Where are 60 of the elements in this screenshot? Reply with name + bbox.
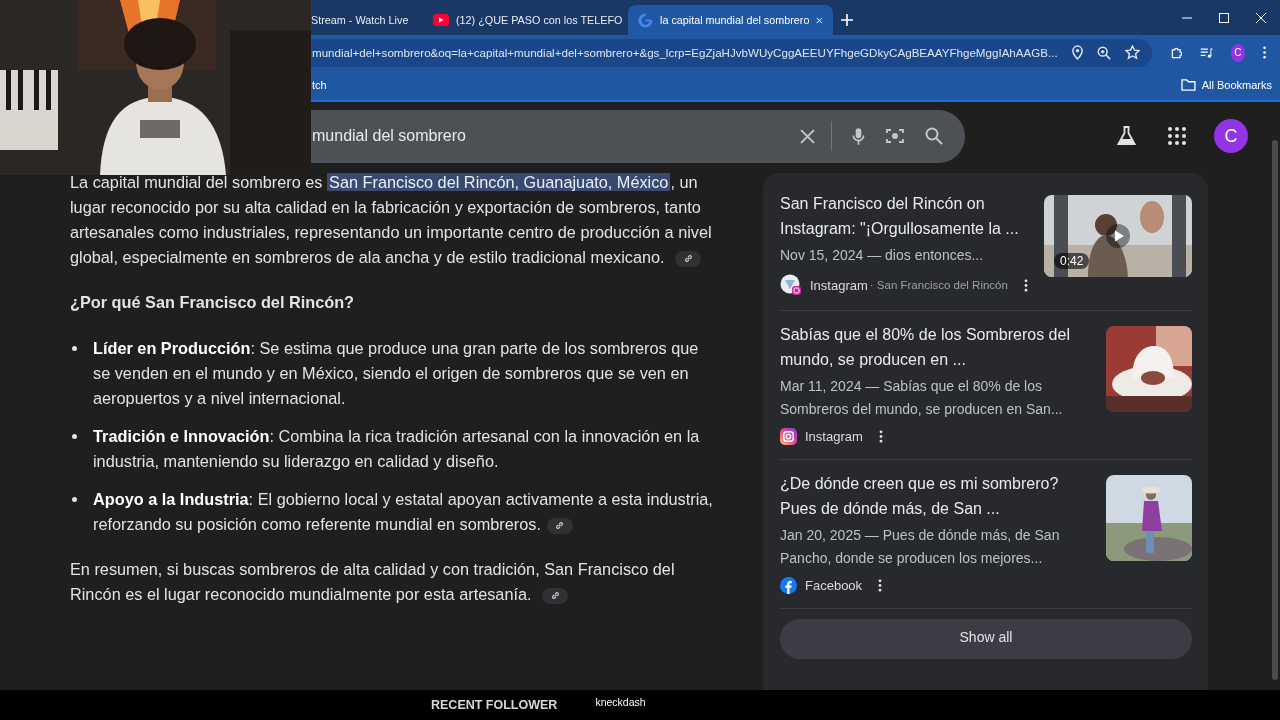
- microphone-icon[interactable]: [852, 126, 865, 146]
- play-icon: [433, 14, 449, 26]
- source-name[interactable]: Instagram: [805, 429, 863, 444]
- new-tab-icon[interactable]: [841, 14, 853, 26]
- maximize-icon[interactable]: [1219, 13, 1229, 23]
- camera-logo-icon: [780, 428, 797, 445]
- link-button[interactable]: [542, 587, 569, 604]
- result-snippet: Jan 20, 2025 — Pues de dónde más, de San Pancho, donde se producen los mejores...: [780, 526, 1061, 568]
- source-name[interactable]: Instagram: [810, 277, 868, 293]
- g-icon: [638, 12, 653, 28]
- all-bookmarks-button[interactable]: All Bookmarks: [1180, 79, 1272, 91]
- address-bar[interactable]: mundial+del+sombrero&oq=la+capital+mundial+del+sombrero+&gs_lcrp=EgZjaHJvbWUyCggAEEUYFhgeGDkyCAgBEAAYFhgeMggIAhAAGB...: [311, 38, 1152, 67]
- close-icon[interactable]: [1256, 13, 1266, 23]
- more-icon[interactable]: [878, 579, 883, 592]
- result-title[interactable]: ¿De dónde creen que es mi sombrero? Pues de dónde más, de San ...: [780, 471, 1092, 521]
- chain-icon: [682, 253, 694, 265]
- camera-icon[interactable]: [885, 127, 905, 145]
- profile-avatar[interactable]: C: [1230, 43, 1245, 62]
- follower-name: kneckdash: [595, 696, 646, 708]
- f-logo-icon: [780, 577, 797, 594]
- site-logo-icon: [780, 274, 802, 296]
- menu-icon[interactable]: [1262, 45, 1266, 60]
- zoom-icon[interactable]: [1096, 45, 1111, 60]
- source-name[interactable]: Facebook: [805, 578, 863, 593]
- recent-follower-label: RECENT FOLLOWER: [431, 698, 558, 712]
- link-button[interactable]: [546, 517, 573, 534]
- video-duration: 0:42: [1054, 253, 1090, 269]
- bullet-text: Tradición e Innovación: Combina la rica tradición artesanal con la innovación en la industria, manteniendo su liderazgo en calidad y diseño.: [93, 426, 701, 472]
- result-snippet: Mar 11, 2024 — Sabías que el 80% de los Sombreros del mundo, se producen en San...: [780, 377, 1064, 419]
- star-icon[interactable]: [1124, 45, 1140, 60]
- section-heading: ¿Por qué San Francisco del Rincón?: [70, 292, 356, 313]
- bullet-text: Líder en Producción: Se estima que produce una gran parte de los sombreros que se venden en el mundo y en México, siendo el origen de sombreros que se ven en aeropuertos y a nivel internacional.: [93, 338, 700, 409]
- result-title[interactable]: Sabías que el 80% de los Sombreros del mundo, se producen en ...: [780, 322, 1092, 372]
- search-icon[interactable]: [925, 127, 943, 145]
- more-icon[interactable]: [1023, 278, 1028, 292]
- location-pin-icon[interactable]: [1071, 45, 1083, 60]
- chain-icon: [554, 520, 566, 532]
- flask-icon[interactable]: [1117, 126, 1136, 146]
- link-button[interactable]: [675, 250, 702, 267]
- play-icon[interactable]: [1106, 224, 1130, 248]
- bookmark[interactable]: tch: [312, 79, 327, 91]
- close-icon[interactable]: [816, 15, 823, 25]
- chain-icon: [549, 590, 561, 602]
- source-detail: · San Francisco del Rincón: [869, 279, 1008, 291]
- browser-tab[interactable]: Stream - Watch Live: [311, 5, 423, 35]
- browser-tab[interactable]: (12) ¿QUE PASO con los TELEFO: [423, 5, 628, 35]
- show-all-button[interactable]: Show all: [780, 619, 1192, 659]
- summary-paragraph: En resumen, si buscas sombreros de alta calidad y con tradición, San Francisco del Rincón es el lugar reconocido mundialmente por esta artesanía.: [70, 559, 676, 606]
- result-snippet: Nov 15, 2024 — dios entonces...: [780, 246, 985, 265]
- folder-icon: [1180, 79, 1196, 91]
- media-queue-icon[interactable]: [1200, 45, 1213, 60]
- browser-tab[interactable]: la capital mundial del sombrero: [628, 5, 833, 35]
- account-avatar[interactable]: C: [1214, 119, 1248, 153]
- search-field[interactable]: mundial del sombrero: [311, 109, 965, 163]
- clear-icon[interactable]: [800, 128, 815, 144]
- apps-grid-icon[interactable]: [1168, 127, 1186, 145]
- bullet-text: Apoyo a la Industria: El gobierno local y estatal apoyan activamente a esta industria, reforzando su posición como referente mundial en sombreros.: [93, 489, 714, 536]
- more-icon[interactable]: [878, 430, 883, 443]
- answer-paragraph: La capital mundial del sombrero es San Francisco del Rincón, Guanajuato, México, un lugar reconocido por su alta calidad en la fabricación y exportación de sombreros, tanto artesanales como industriales, representando un importante centro de producción a nivel global, especialmente en sombreros de ala ancha y de estilo tradicional mexicano.: [70, 172, 713, 269]
- result-title[interactable]: San Francisco del Rincón on Instagram: "¡Orgullosamente la ...: [780, 191, 1030, 241]
